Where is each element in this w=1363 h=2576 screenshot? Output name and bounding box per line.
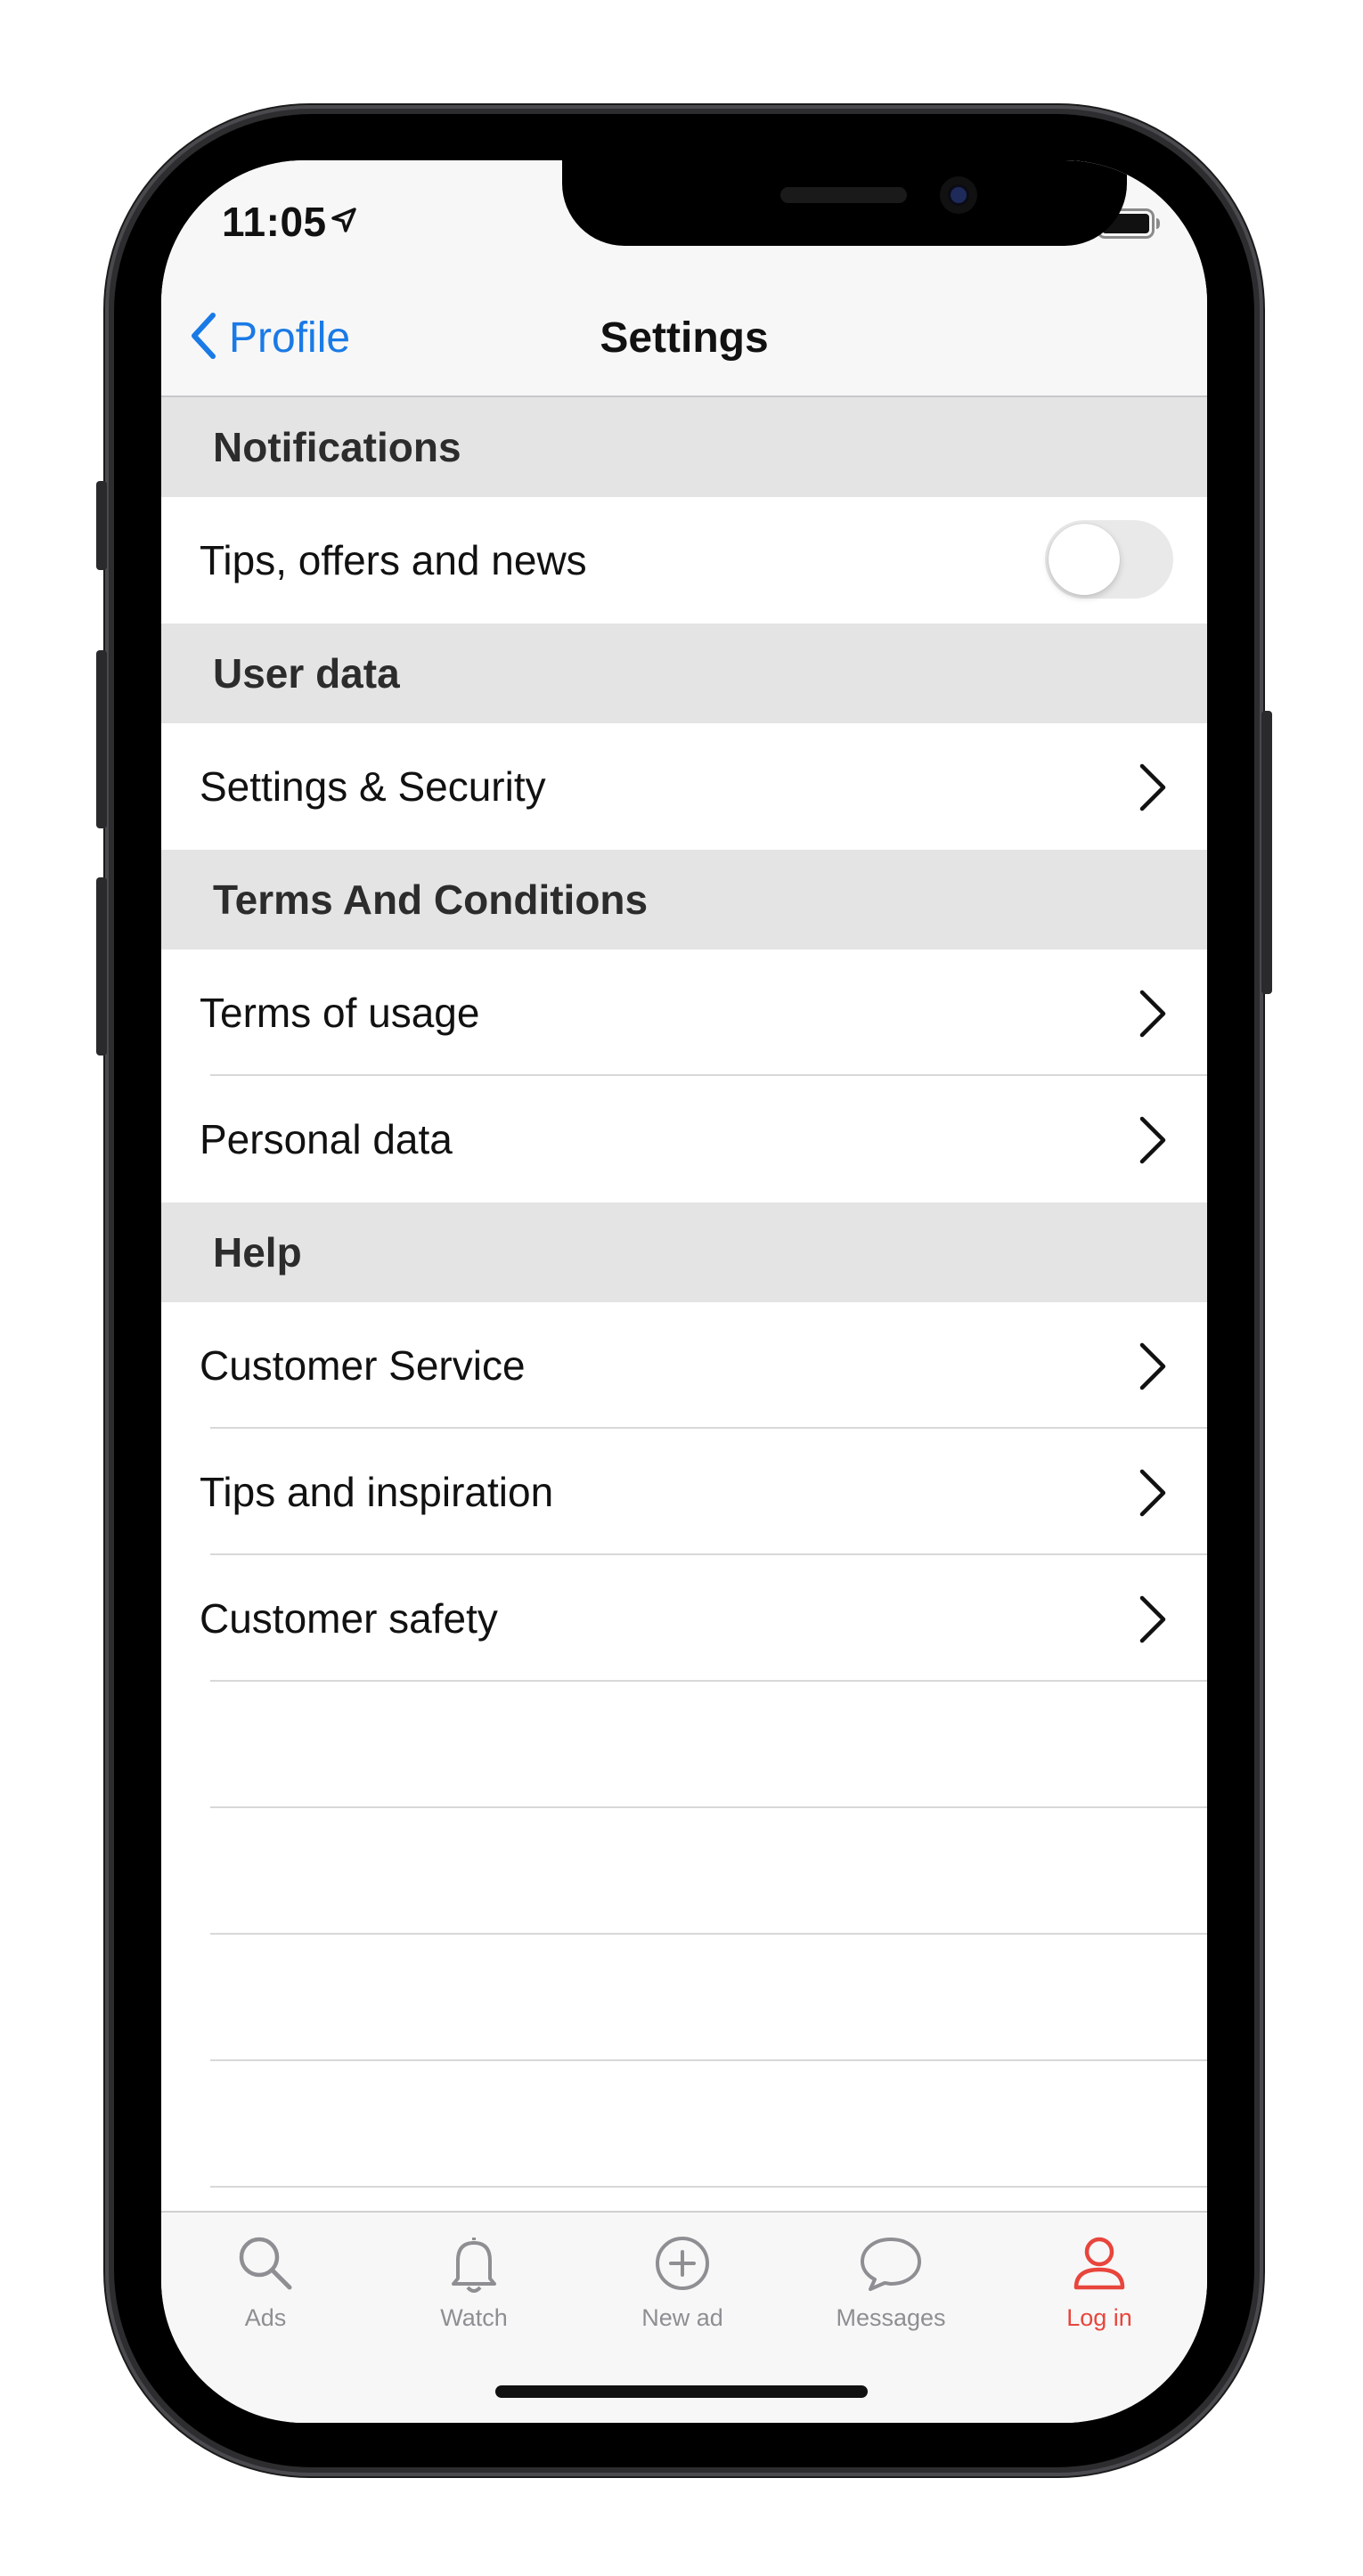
row-customer-safety[interactable]: Customer safety xyxy=(161,1555,1207,1682)
tab-messages[interactable]: Messages xyxy=(787,2232,995,2348)
tips-toggle-switch[interactable] xyxy=(1045,520,1173,599)
chevron-right-icon xyxy=(1138,762,1168,822)
tab-ads[interactable]: Ads xyxy=(161,2232,370,2348)
row-label: Tips, offers and news xyxy=(200,537,587,583)
settings-list: Notifications Tips, offers and news User… xyxy=(161,397,1207,2188)
section-header-terms: Terms And Conditions xyxy=(161,850,1207,950)
row-label: Terms of usage xyxy=(200,990,480,1036)
notch xyxy=(562,160,1127,246)
row-label: Customer Service xyxy=(200,1342,526,1389)
phone-screen: 11:05 Profile Settings Notifications Tip… xyxy=(161,160,1207,2423)
row-tips-offers-news: Tips, offers and news xyxy=(161,497,1207,624)
tab-label: Ads xyxy=(244,2304,287,2331)
chat-bubble-icon xyxy=(858,2238,924,2298)
row-customer-service[interactable]: Customer Service xyxy=(161,1302,1207,1429)
chevron-right-icon xyxy=(1138,1341,1168,1401)
tab-login[interactable]: Log in xyxy=(995,2232,1204,2348)
empty-row xyxy=(161,2061,1207,2188)
row-settings-security[interactable]: Settings & Security xyxy=(161,723,1207,850)
tab-new-ad[interactable]: New ad xyxy=(578,2232,787,2348)
home-indicator[interactable] xyxy=(495,2385,868,2398)
location-arrow-icon xyxy=(331,207,357,238)
search-icon xyxy=(234,2237,297,2298)
navigation-bar: Profile Settings xyxy=(161,276,1207,397)
empty-row xyxy=(161,1682,1207,1808)
chevron-right-icon xyxy=(1138,989,1168,1048)
tab-label: Watch xyxy=(440,2304,508,2331)
chevron-right-icon xyxy=(1138,1468,1168,1528)
person-icon xyxy=(1068,2237,1130,2298)
row-terms-of-usage[interactable]: Terms of usage xyxy=(161,950,1207,1076)
row-label: Settings & Security xyxy=(200,763,546,810)
empty-row xyxy=(161,1935,1207,2061)
chevron-right-icon xyxy=(1138,1115,1168,1175)
tab-label: Log in xyxy=(1066,2304,1132,2331)
tab-watch[interactable]: Watch xyxy=(370,2232,578,2348)
toggle-knob xyxy=(1049,524,1120,595)
status-time: 11:05 xyxy=(222,199,327,245)
volume-up-button xyxy=(96,650,107,828)
add-circle-icon xyxy=(651,2237,714,2298)
row-label: Customer safety xyxy=(200,1595,498,1642)
row-tips-inspiration[interactable]: Tips and inspiration xyxy=(161,1429,1207,1555)
front-camera xyxy=(940,176,977,214)
chevron-right-icon xyxy=(1138,1594,1168,1654)
power-button xyxy=(1261,711,1272,994)
silent-switch xyxy=(96,481,107,570)
section-header-user-data: User data xyxy=(161,624,1207,723)
tab-label: New ad xyxy=(641,2304,723,2331)
row-label: Tips and inspiration xyxy=(200,1469,554,1515)
page-title: Settings xyxy=(600,314,769,362)
section-header-help: Help xyxy=(161,1202,1207,1302)
tab-label: Messages xyxy=(836,2304,946,2331)
section-header-notifications: Notifications xyxy=(161,397,1207,497)
speaker-grille xyxy=(780,187,907,203)
row-personal-data[interactable]: Personal data xyxy=(161,1076,1207,1202)
bell-icon xyxy=(443,2238,505,2298)
volume-down-button xyxy=(96,877,107,1056)
row-label: Personal data xyxy=(200,1116,453,1162)
empty-row xyxy=(161,1808,1207,1935)
